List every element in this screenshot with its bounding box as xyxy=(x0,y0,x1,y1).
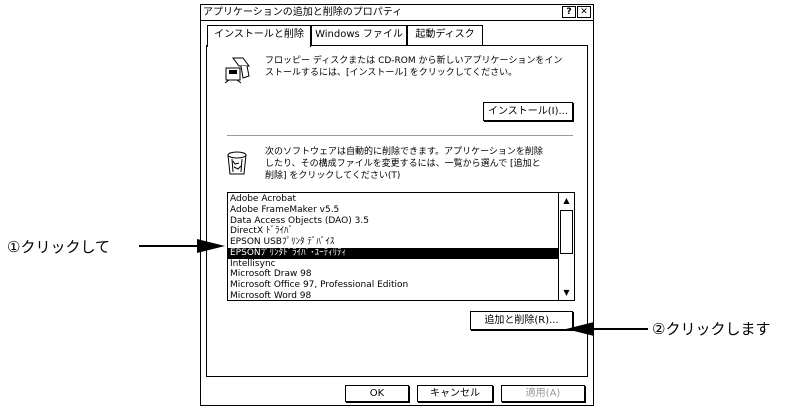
install-description-line: ストールするには、[インストール] をクリックしてください。 xyxy=(265,68,518,78)
scroll-up-icon[interactable]: ▲ xyxy=(559,193,574,208)
scroll-down-icon[interactable]: ▼ xyxy=(559,285,574,300)
ok-button[interactable]: OK xyxy=(345,385,409,402)
tab-windows-files[interactable]: Windows ファイル xyxy=(311,25,407,45)
section-divider xyxy=(227,135,573,136)
tab-startup-disk[interactable]: 起動ディスク xyxy=(407,25,483,45)
program-list: Adobe Acrobat Adobe FrameMaker v5.5 Data A… xyxy=(228,194,559,300)
recycle-bin-icon xyxy=(227,151,247,175)
install-button[interactable]: インストール(I)... xyxy=(483,102,573,121)
install-disk-icon xyxy=(224,57,250,84)
install-description-line: フロッピー ディスクまたは CD-ROM から新しいアプリケーションをイン xyxy=(265,56,563,66)
install-description: フロッピー ディスクまたは CD-ROM から新しいアプリケーションをイン スト… xyxy=(265,55,562,79)
callout-click-program: ①クリックして xyxy=(7,238,110,256)
list-scrollbar[interactable]: ▲ ▼ xyxy=(558,193,574,300)
title-bar: アプリケーションの追加と削除のプロパティ ? ✕ xyxy=(201,5,593,21)
apply-button[interactable]: 適用(A) xyxy=(501,385,585,402)
arrow-right-icon xyxy=(139,239,225,253)
remove-description-line: 削除] をクリックしてください(T) xyxy=(265,171,401,181)
list-item[interactable]: DirectX ﾄﾞﾗｲﾊﾞ xyxy=(228,226,559,237)
list-item[interactable]: Adobe FrameMaker v5.5 xyxy=(228,205,559,216)
callout-click-add-remove: ②クリックします xyxy=(652,320,771,338)
list-item[interactable]: Microsoft Word 98 xyxy=(228,291,559,300)
list-item[interactable]: Data Access Objects (DAO) 3.5 xyxy=(228,216,559,227)
list-item[interactable]: Intellisync xyxy=(228,259,559,270)
list-item[interactable]: Adobe Acrobat xyxy=(228,194,559,205)
scroll-thumb[interactable] xyxy=(560,210,573,254)
cancel-button[interactable]: キャンセル xyxy=(417,385,493,402)
close-button[interactable]: ✕ xyxy=(577,6,591,18)
list-item[interactable]: EPSON USBﾌﾟﾘﾝﾀ ﾃﾞﾊﾞｲｽ xyxy=(228,237,559,248)
remove-description-line: 次のソフトウェアは自動的に削除できます。アプリケーションを削除 xyxy=(265,147,543,157)
tab-panel: フロッピー ディスクまたは CD-ROM から新しいアプリケーションをイン スト… xyxy=(206,45,588,377)
remove-description: 次のソフトウェアは自動的に削除できます。アプリケーションを削除 したり、その構成… xyxy=(265,146,543,182)
window-title: アプリケーションの追加と削除のプロパティ xyxy=(203,7,403,18)
list-item[interactable]: Microsoft Draw 98 xyxy=(228,269,559,280)
help-button[interactable]: ? xyxy=(562,6,576,18)
add-remove-button[interactable]: 追加と削除(R)... xyxy=(470,311,573,330)
program-listbox[interactable]: Adobe Acrobat Adobe FrameMaker v5.5 Data A… xyxy=(227,192,575,301)
properties-dialog: アプリケーションの追加と削除のプロパティ ? ✕ インストールと削除 Windo… xyxy=(200,4,594,406)
list-item[interactable]: Microsoft Office 97, Professional Editio… xyxy=(228,280,559,291)
arrow-left-icon xyxy=(566,322,648,336)
list-item[interactable]: EPSONﾌﾟﾘﾝﾀﾄﾞﾗｲﾊﾞ･ﾕｰﾃｨﾘﾃｨ xyxy=(228,247,559,259)
remove-description-line: したり、その構成ファイルを変更するには、一覧から選んで [追加と xyxy=(265,159,541,169)
tab-install-remove[interactable]: インストールと削除 xyxy=(207,25,311,47)
